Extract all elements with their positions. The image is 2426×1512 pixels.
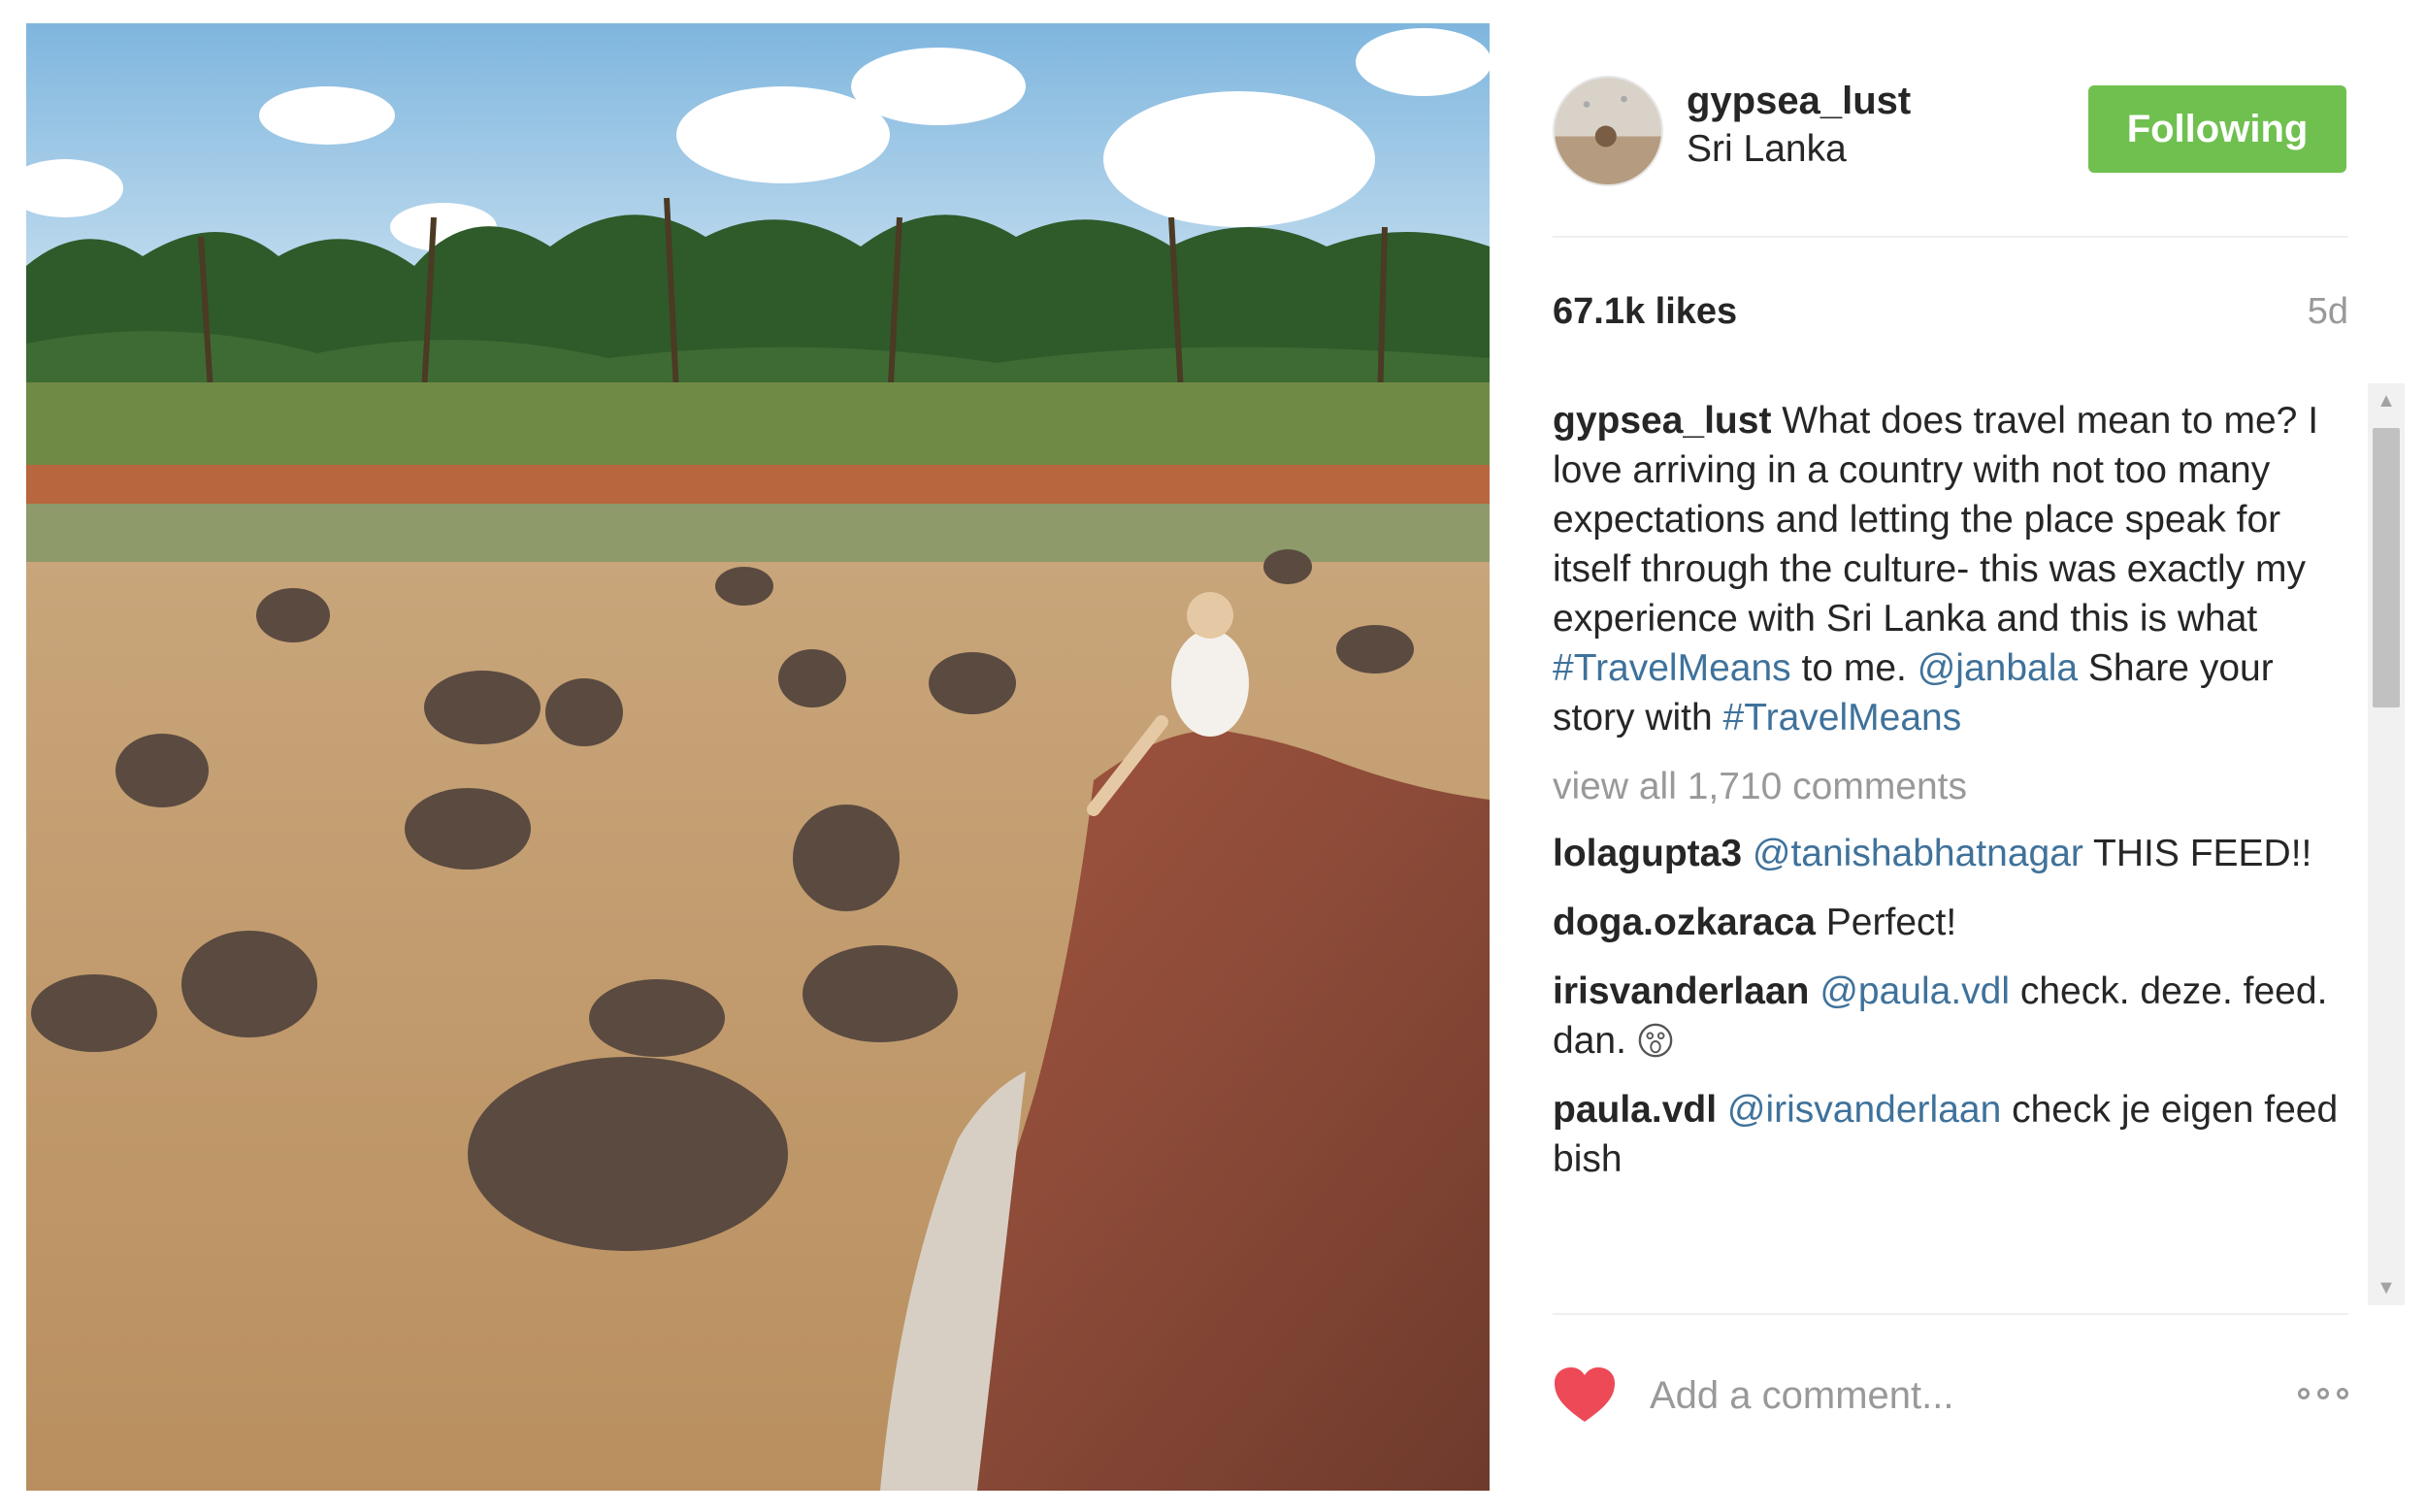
post-age[interactable]: 5d xyxy=(2308,291,2348,333)
avatar-image xyxy=(1555,78,1661,184)
scroll-up-arrow-icon[interactable]: ▲ xyxy=(2368,383,2405,418)
mention-link[interactable]: @tanishabhatnagar xyxy=(1753,833,2083,874)
mention-link[interactable]: @janbala xyxy=(1918,647,2078,689)
dot xyxy=(2337,1388,2348,1399)
divider xyxy=(1553,236,2348,238)
post-location[interactable]: Sri Lanka xyxy=(1687,128,1847,171)
comment-text: Perfect! xyxy=(1815,902,1957,943)
comment-composer xyxy=(1553,1354,2348,1441)
photo-illustration xyxy=(26,23,1490,1491)
comments-list: gypsea_lust What does travel mean to me?… xyxy=(1553,396,2348,1298)
comment-item: doga.ozkaraca Perfect! xyxy=(1553,898,2348,947)
hashtag-link[interactable]: #TravelMeans xyxy=(1723,697,1962,739)
post-author-username[interactable]: gypsea_lust xyxy=(1687,80,1911,123)
shocked-face-emoji-icon xyxy=(1637,1022,1674,1059)
comment-username[interactable]: irisvanderlaan xyxy=(1553,970,1809,1012)
mention-link[interactable]: @irisvanderlaan xyxy=(1727,1089,2001,1131)
post-details-panel: gypsea_lust Sri Lanka Following 67.1k li… xyxy=(1553,0,2426,1512)
mention-link[interactable]: @paula.vdl xyxy=(1820,970,2010,1012)
following-button[interactable]: Following xyxy=(2088,85,2346,173)
caption-text: to me. xyxy=(1790,647,1918,689)
scrollbar-thumb[interactable] xyxy=(2373,428,2400,707)
post-photo[interactable] xyxy=(26,23,1490,1491)
add-comment-input[interactable] xyxy=(1648,1364,2195,1428)
avatar[interactable] xyxy=(1553,76,1663,186)
comment-item: paula.vdl @irisvanderlaan check je eigen… xyxy=(1553,1085,2348,1184)
more-options-icon[interactable] xyxy=(2280,1379,2348,1408)
comments-scrollbar[interactable]: ▲ ▼ xyxy=(2368,383,2405,1305)
comment-username[interactable]: paula.vdl xyxy=(1553,1089,1717,1131)
dot xyxy=(2298,1388,2310,1399)
dot xyxy=(2317,1388,2329,1399)
comment-username[interactable]: doga.ozkaraca xyxy=(1553,902,1816,943)
likes-count[interactable]: 67.1k likes xyxy=(1553,291,1737,333)
comment-item: irisvanderlaan @paula.vdl check. deze. f… xyxy=(1553,967,2348,1066)
scroll-down-arrow-icon[interactable]: ▼ xyxy=(2368,1270,2405,1305)
post-header: gypsea_lust Sri Lanka Following xyxy=(1553,68,2348,194)
post-stats: 67.1k likes 5d xyxy=(1553,291,2348,340)
view-all-comments-link[interactable]: view all 1,710 comments xyxy=(1553,762,2348,811)
divider xyxy=(1553,1313,2348,1315)
caption-username[interactable]: gypsea_lust xyxy=(1553,400,1771,442)
hashtag-link[interactable]: #TravelMeans xyxy=(1553,647,1791,689)
comment-username[interactable]: lolagupta3 xyxy=(1553,833,1742,874)
comment-item: lolagupta3 @tanishabhatnagar THIS FEED!! xyxy=(1553,829,2348,878)
caption: gypsea_lust What does travel mean to me?… xyxy=(1553,396,2348,742)
comment-text: THIS FEED!! xyxy=(2082,833,2312,874)
heart-icon[interactable] xyxy=(1553,1365,1617,1424)
